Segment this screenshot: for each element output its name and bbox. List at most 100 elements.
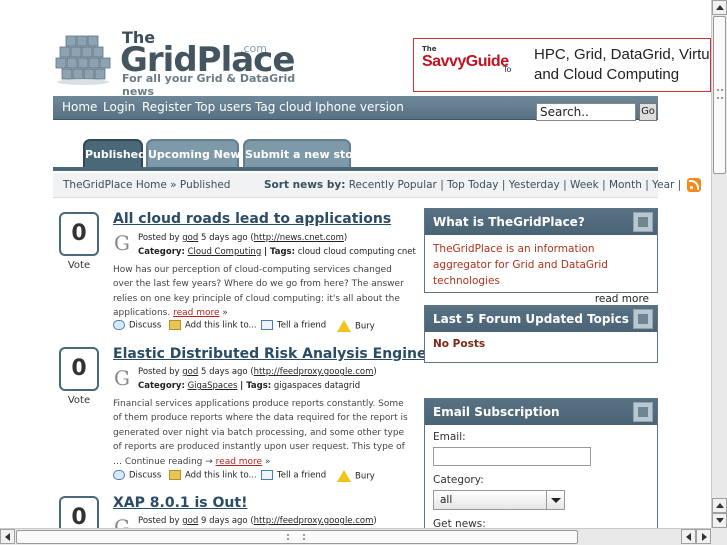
sort-label: Sort news by: xyxy=(264,179,346,191)
horizontal-scroll-thumb[interactable] xyxy=(16,530,578,544)
subscription-box-header: Email Subscription xyxy=(425,399,657,425)
source-link[interactable]: http://news.cnet.com xyxy=(254,233,344,243)
rss-icon[interactable] xyxy=(686,178,701,192)
ad-to-text: To xyxy=(503,65,512,74)
ad-the-text: The xyxy=(422,45,437,53)
story-title[interactable]: Elastic Distributed Risk Analysis Engine xyxy=(113,346,426,362)
story-tags: gigaspaces datagrid xyxy=(273,381,361,391)
discuss-link[interactable]: Discuss xyxy=(113,470,161,481)
vertical-scrollbar[interactable] xyxy=(711,0,727,528)
arrow-up-icon xyxy=(716,503,724,508)
grid-cube-icon xyxy=(633,402,653,422)
author-link[interactable]: god xyxy=(182,516,198,526)
story-item: 0 Vote All cloud roads lead to applicati… xyxy=(55,211,416,336)
vote-button[interactable]: Vote xyxy=(59,395,99,406)
source-logo-icon: G xyxy=(114,231,130,255)
scrollbar-corner xyxy=(711,528,727,545)
source-link[interactable]: http://feedproxy.google.com xyxy=(254,516,374,526)
nav-tag-cloud[interactable]: Tag cloud xyxy=(255,100,312,114)
about-text: TheGridPlace is an information aggregato… xyxy=(433,243,608,287)
nav-login[interactable]: Login xyxy=(103,100,135,114)
email-label: Email: xyxy=(433,431,466,443)
sort-week[interactable]: Week xyxy=(570,179,599,191)
horizontal-scrollbar[interactable] xyxy=(0,528,711,545)
story-description: Financial services applications produce … xyxy=(113,399,408,467)
tell-friend-link[interactable]: Tell a friend xyxy=(261,470,326,481)
arrow-down-icon xyxy=(716,518,724,523)
nav-top-users[interactable]: Top users xyxy=(195,100,252,114)
scroll-left-button[interactable] xyxy=(0,529,15,544)
scroll-right-button[interactable] xyxy=(696,529,711,544)
vote-count: 0 xyxy=(59,347,99,391)
bury-link[interactable]: Bury xyxy=(337,470,375,482)
comment-icon xyxy=(113,470,125,480)
scroll-left-button-right[interactable] xyxy=(681,529,696,544)
sort-recently-popular[interactable]: Recently Popular xyxy=(349,179,437,191)
forum-empty-text: No Posts xyxy=(433,338,486,350)
vote-count: 0 xyxy=(59,496,99,528)
category-link[interactable]: GigaSpaces xyxy=(188,381,238,391)
subscription-title: Email Subscription xyxy=(433,405,560,419)
read-more-link[interactable]: read more xyxy=(216,457,262,467)
sort-top-today[interactable]: Top Today xyxy=(447,179,498,191)
scroll-up-button[interactable] xyxy=(712,0,727,15)
folder-add-icon xyxy=(169,320,181,330)
story-category-line: Category: Cloud Computing | Tags: cloud … xyxy=(138,247,416,257)
grip-icon xyxy=(287,534,305,540)
ad-headline: HPC, Grid, DataGrid, Virtua and Cloud Co… xyxy=(534,46,711,83)
nav-iphone-version[interactable]: Iphone version xyxy=(315,100,404,114)
add-link-button[interactable]: Add this link to... xyxy=(169,320,257,331)
vertical-scroll-thumb[interactable] xyxy=(713,16,726,174)
sort-yesterday[interactable]: Yesterday xyxy=(509,179,560,191)
logo-tagline: For all your Grid & DataGrid news xyxy=(122,72,296,98)
about-box-header: What is TheGridPlace? xyxy=(425,209,657,235)
discuss-link[interactable]: Discuss xyxy=(113,320,161,331)
about-read-more[interactable]: read more xyxy=(433,293,649,305)
nav-register[interactable]: Register xyxy=(142,100,191,114)
banner-ad[interactable]: The SavvyGuide To HPC, Grid, DataGrid, V… xyxy=(413,38,711,92)
author-link[interactable]: god xyxy=(182,233,198,243)
source-logo-icon: G xyxy=(114,515,130,528)
search-input[interactable]: Search.. xyxy=(536,103,636,121)
scroll-down-button[interactable] xyxy=(712,513,727,528)
nav-home[interactable]: Home xyxy=(62,100,97,114)
tab-published[interactable]: Published xyxy=(83,139,146,168)
ad-brand: SavvyGuide xyxy=(422,53,509,70)
source-link[interactable]: http://feedproxy.google.com xyxy=(254,367,374,377)
story-title[interactable]: XAP 8.0.1 is Out! xyxy=(113,495,247,511)
grip-icon xyxy=(717,89,723,99)
breadcrumb[interactable]: TheGridPlace Home » Published xyxy=(63,179,230,191)
tab-upcoming-news[interactable]: Upcoming News xyxy=(146,139,247,168)
category-select-value: all xyxy=(440,494,453,506)
author-link[interactable]: god xyxy=(182,367,198,377)
story-category-line: Category: GigaSpaces | Tags: gigaspaces … xyxy=(138,381,361,391)
folder-add-icon xyxy=(169,470,181,480)
vote-button[interactable]: Vote xyxy=(59,260,99,271)
category-select[interactable]: all xyxy=(433,490,565,510)
warning-icon xyxy=(337,470,351,482)
site-logo[interactable]: The GridPlace .com For all your Grid & D… xyxy=(48,26,328,98)
envelope-icon xyxy=(261,470,273,480)
story-title[interactable]: All cloud roads lead to applications xyxy=(113,211,391,227)
tab-submit-story[interactable]: Submit a new story xyxy=(243,139,365,168)
read-more-link[interactable]: read more xyxy=(173,308,219,318)
bury-link[interactable]: Bury xyxy=(337,320,375,332)
search-go-button[interactable]: Go xyxy=(639,103,657,121)
scroll-up-button-lower[interactable] xyxy=(712,498,727,513)
tell-friend-link[interactable]: Tell a friend xyxy=(261,320,326,331)
story-byline: Posted by god 5 days ago (http://feedpro… xyxy=(138,367,377,377)
story-tags: cloud cloud computing cnet xyxy=(297,247,416,257)
arrow-up-icon xyxy=(716,5,724,10)
about-title: What is TheGridPlace? xyxy=(433,215,585,229)
envelope-icon xyxy=(261,320,273,330)
sort-month[interactable]: Month xyxy=(609,179,642,191)
add-link-button[interactable]: Add this link to... xyxy=(169,470,257,481)
category-label: Category: xyxy=(433,474,484,486)
category-link[interactable]: Cloud Computing xyxy=(188,247,262,257)
tab-underline xyxy=(53,167,658,171)
grid-cube-icon xyxy=(633,309,653,329)
email-field[interactable] xyxy=(433,447,591,466)
sort-year[interactable]: Year xyxy=(652,179,674,191)
browser-viewport: The GridPlace .com For all your Grid & D… xyxy=(0,0,711,528)
logo-com-text: .com xyxy=(240,42,267,55)
